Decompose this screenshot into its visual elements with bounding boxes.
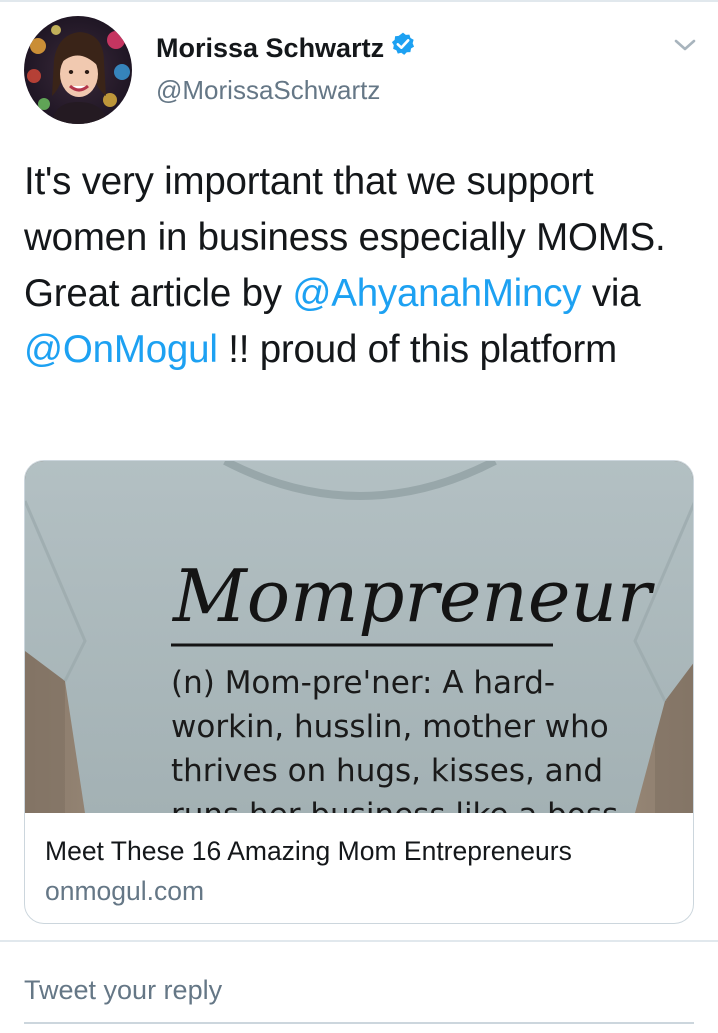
shirt-line: runs her business like a boss: [171, 797, 618, 813]
mention-link[interactable]: @AhyanahMincy: [292, 272, 581, 315]
card-title[interactable]: Meet These 16 Amazing Mom Entrepreneurs: [45, 833, 572, 869]
shirt-headline: Mompreneur: [171, 554, 655, 638]
verified-badge-icon: [390, 30, 416, 66]
shirt-line: workin, husslin, mother who: [171, 709, 609, 745]
tweet-text-part: !! proud of this platform: [217, 328, 617, 371]
avatar[interactable]: [24, 16, 132, 124]
chevron-down-icon[interactable]: [670, 30, 700, 60]
mention-link[interactable]: @OnMogul: [24, 328, 218, 371]
card-domain[interactable]: onmogul.com: [45, 873, 204, 909]
author-name-text[interactable]: Morissa Schwartz: [156, 33, 384, 63]
card-image[interactable]: Mompreneur (n) Mom-pre'ner: A hard- work…: [25, 461, 693, 813]
reply-divider: [0, 940, 718, 942]
shirt-line: (n) Mom-pre'ner: A hard-: [171, 665, 555, 701]
tweet-text: It's very important that we support wome…: [24, 154, 704, 378]
shirt-line: thrives on hugs, kisses, and: [171, 753, 603, 789]
author-handle[interactable]: @MorissaSchwartz: [156, 72, 380, 108]
top-divider: [0, 0, 718, 2]
author-name[interactable]: Morissa Schwartz: [156, 30, 416, 66]
tweet-text-part: via: [581, 272, 641, 315]
link-card[interactable]: Mompreneur (n) Mom-pre'ner: A hard- work…: [24, 460, 694, 924]
reply-input[interactable]: Tweet your reply: [24, 970, 694, 1024]
